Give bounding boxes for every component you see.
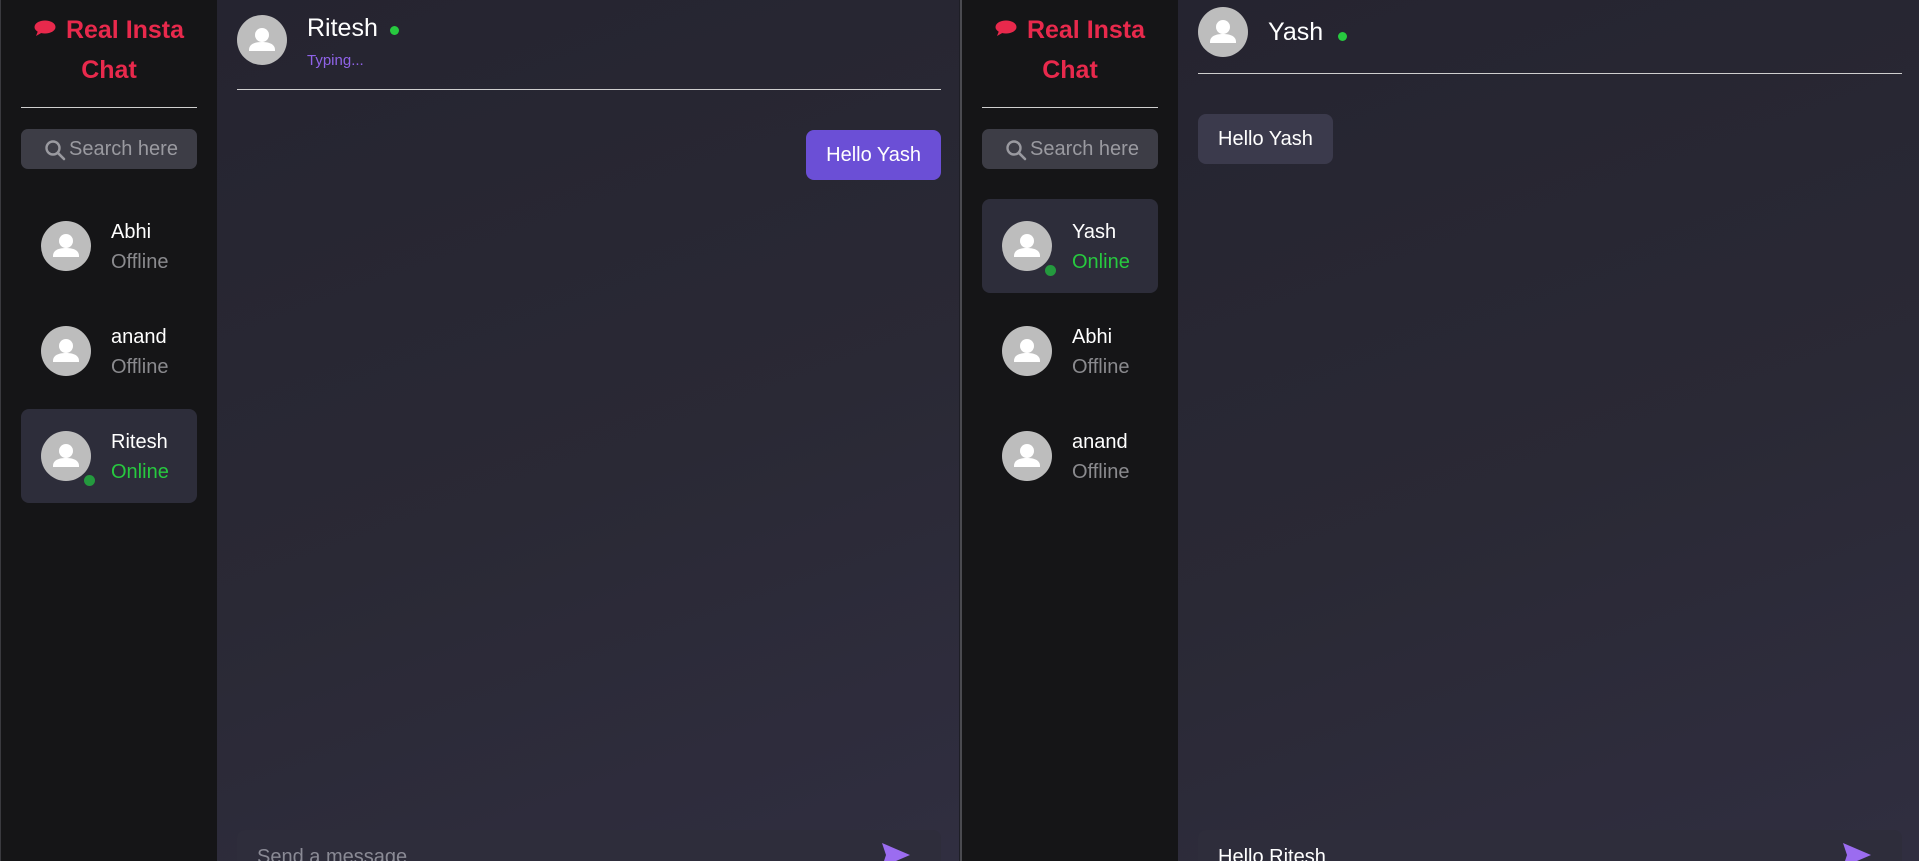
- contact-item-abhi[interactable]: Abhi Offline: [982, 304, 1158, 398]
- presence-indicator: [1338, 32, 1347, 41]
- search-input[interactable]: [1030, 129, 1156, 169]
- contact-status: Offline: [111, 251, 169, 273]
- screen: Real Insta Chat Abhi Offline: [0, 0, 1919, 861]
- header-divider: [1198, 73, 1902, 74]
- contact-name: Ritesh: [111, 431, 168, 453]
- contact-name: anand: [111, 326, 167, 348]
- send-icon[interactable]: [881, 842, 911, 861]
- contact-status: Offline: [1072, 356, 1130, 378]
- brand-title: Real Insta Chat: [1026, 16, 1146, 84]
- brand-logo: Real Insta Chat: [21, 10, 197, 90]
- user-avatar-icon: [41, 221, 91, 271]
- brand-divider: [982, 107, 1158, 108]
- chat-panel: Yash Hello Yash: [1178, 0, 1919, 861]
- user-avatar-icon: [41, 326, 91, 376]
- contact-item-anand[interactable]: anand Offline: [21, 304, 197, 398]
- sidebar: Real Insta Chat Yash Online: [962, 0, 1178, 861]
- message-input[interactable]: [257, 842, 857, 861]
- online-indicator: [84, 475, 95, 486]
- contact-item-ritesh[interactable]: Ritesh Online: [21, 409, 197, 503]
- user-avatar-icon[interactable]: [237, 15, 287, 65]
- brand-divider: [21, 107, 197, 108]
- search-icon: [45, 140, 66, 161]
- right-chat-window: Real Insta Chat Yash Online: [960, 0, 1919, 861]
- search-input[interactable]: [69, 129, 195, 169]
- contact-status: Offline: [1072, 461, 1130, 483]
- user-avatar-icon: [1002, 326, 1052, 376]
- user-avatar-icon: [41, 431, 91, 481]
- chat-bubble-icon: [995, 20, 1017, 36]
- search-icon: [1006, 140, 1027, 161]
- user-avatar-icon: [1002, 221, 1052, 271]
- contact-item-yash[interactable]: Yash Online: [982, 199, 1158, 293]
- message-composer: [237, 830, 941, 861]
- user-avatar-icon[interactable]: [1198, 7, 1248, 57]
- brand-logo: Real Insta Chat: [982, 10, 1158, 90]
- chat-panel: Ritesh Typing... Hello Yash: [217, 0, 959, 861]
- user-avatar-icon: [1002, 431, 1052, 481]
- search-box[interactable]: [21, 129, 197, 169]
- contact-name: Yash: [1072, 221, 1117, 243]
- contact-item-abhi[interactable]: Abhi Offline: [21, 199, 197, 293]
- contact-name: Abhi: [111, 221, 152, 243]
- typing-indicator: Typing...: [307, 52, 364, 69]
- message-bubble-sent: Hello Yash: [806, 130, 941, 180]
- search-box[interactable]: [982, 129, 1158, 169]
- brand-title: Real Insta Chat: [65, 16, 185, 84]
- contact-status: Online: [1072, 251, 1130, 273]
- message-input[interactable]: [1218, 842, 1818, 861]
- contact-name: anand: [1072, 431, 1128, 453]
- chat-contact-name: Yash: [1268, 18, 1324, 46]
- message-composer: [1198, 830, 1902, 861]
- contact-status: Online: [111, 461, 169, 483]
- contact-name: Abhi: [1072, 326, 1113, 348]
- chat-contact-name: Ritesh: [307, 14, 378, 42]
- left-chat-window: Real Insta Chat Abhi Offline: [0, 0, 959, 861]
- message-bubble-received: Hello Yash: [1198, 114, 1333, 164]
- presence-indicator: [390, 26, 399, 35]
- header-divider: [237, 89, 941, 90]
- contact-status: Offline: [111, 356, 169, 378]
- send-icon[interactable]: [1842, 842, 1872, 861]
- sidebar: Real Insta Chat Abhi Offline: [1, 0, 217, 861]
- contact-item-anand[interactable]: anand Offline: [982, 409, 1158, 503]
- online-indicator: [1045, 265, 1056, 276]
- chat-bubble-icon: [34, 20, 56, 36]
